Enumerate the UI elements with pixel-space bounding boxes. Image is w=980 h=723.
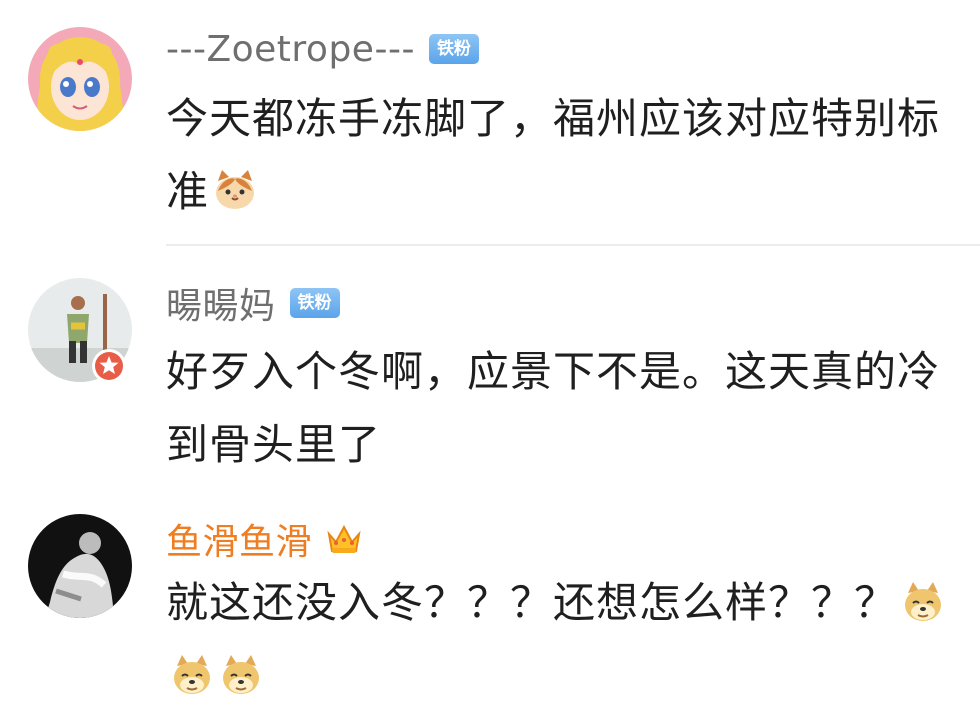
crown-icon — [327, 524, 361, 553]
comment-header: 鱼滑鱼滑 — [166, 514, 364, 564]
doge-emoji — [174, 655, 210, 694]
comment-text: 今天都冻手冻脚了，福州应该对应特别标准 — [166, 94, 941, 216]
fan-badge: 铁粉 — [428, 34, 479, 64]
comment-header: 暘暘妈 铁粉 — [166, 278, 340, 328]
verified-star-badge-icon — [92, 349, 126, 383]
comment-text-container: 今天都冻手冻脚了，福州应该对应特别标准 — [166, 82, 946, 228]
avatar[interactable] — [28, 514, 132, 618]
username[interactable]: 暘暘妈 — [166, 277, 276, 329]
comment-text-container: 好歹入个冬啊，应景下不是。这天真的冷到骨头里了 — [166, 335, 946, 481]
username[interactable]: 鱼滑鱼滑 — [166, 513, 312, 565]
doge-emoji — [223, 655, 259, 694]
doge-emoji — [905, 582, 942, 621]
comment-item: ---Zoetrope--- 铁粉 今天都冻手冻脚了，福州应该对应特别标准 — [0, 0, 980, 245]
cat-face-emoji — [216, 170, 255, 209]
comment-text: 好歹入个冬啊，应景下不是。这天真的冷到骨头里了 — [166, 347, 941, 469]
username[interactable]: ---Zoetrope--- — [166, 29, 415, 70]
fan-badge: 铁粉 — [289, 288, 340, 318]
comment-item: 鱼滑鱼滑 就这还没入冬？？？还想怎么样？？？ — [0, 486, 980, 723]
comment-text: 就这还没入冬？？？还想怎么样？？？ — [166, 578, 898, 627]
comment-text-container: 就这还没入冬？？？还想怎么样？？？ — [166, 566, 946, 712]
comment-item: 暘暘妈 铁粉 好歹入个冬啊，应景下不是。这天真的冷到骨头里了 — [0, 246, 980, 486]
avatar-image — [28, 27, 132, 131]
avatar-image — [28, 514, 132, 618]
comment-header: ---Zoetrope--- 铁粉 — [166, 24, 479, 74]
avatar[interactable] — [28, 27, 132, 131]
